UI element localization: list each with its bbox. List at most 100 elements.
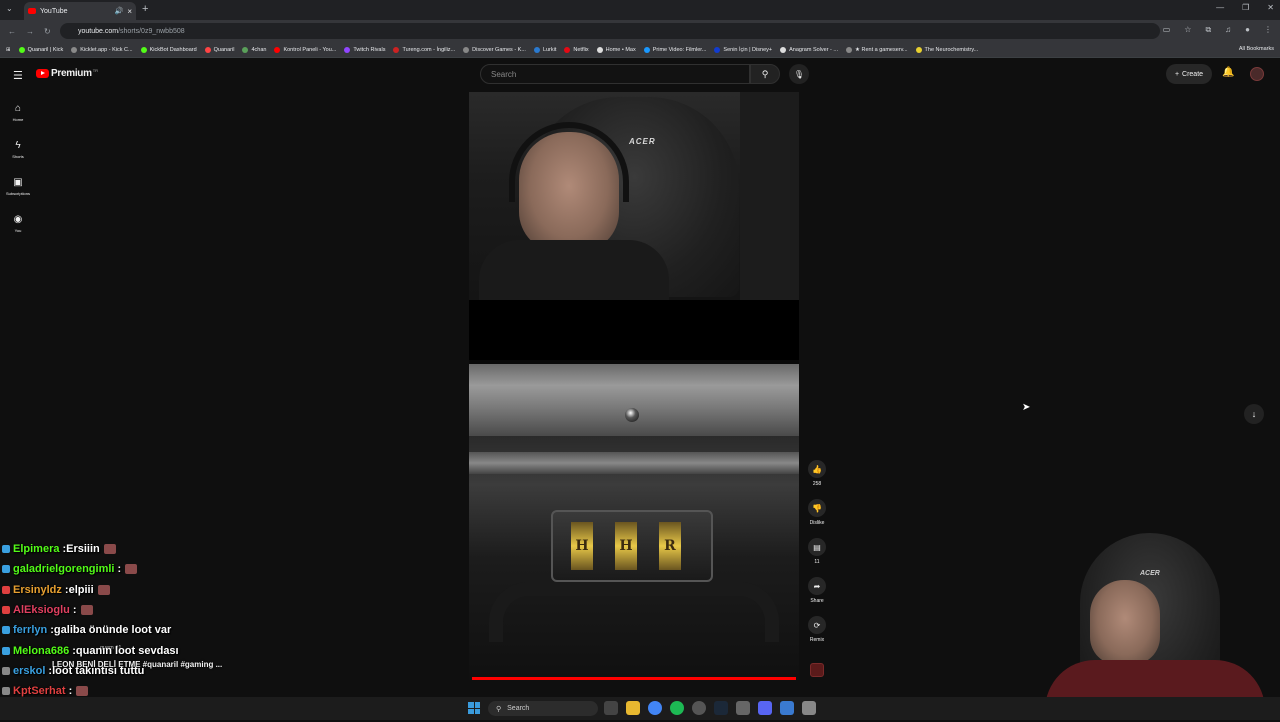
bookmark-item[interactable]: Home • Max — [596, 46, 636, 53]
address-bar-row: ← → ↻ youtube.com/shorts/0z9_nwbb508 ▭ ☆… — [0, 20, 1280, 42]
tab-title: YouTube — [40, 7, 68, 15]
comments-button[interactable]: ▤ 11 — [805, 538, 829, 577]
steam-icon[interactable] — [714, 701, 728, 715]
taskbar-search-icon: ⚲ — [496, 705, 502, 713]
bookmark-item[interactable]: Quanaril | Kick — [18, 46, 64, 53]
bookmark-item[interactable]: KickBot Dashboard — [140, 46, 197, 53]
apps-grid-icon[interactable]: ⊞ — [6, 47, 11, 53]
chat-badge-icon — [2, 606, 10, 615]
bookmark-item[interactable]: Senin İçin | Disney+ — [714, 46, 773, 53]
task-view-icon[interactable] — [604, 701, 618, 715]
cast-icon[interactable]: ▭ — [1163, 25, 1171, 35]
bookmark-label: Twitch Rivals — [353, 46, 386, 53]
tab-youtube[interactable]: YouTube 🔊 × — [24, 2, 136, 20]
share-button[interactable]: ➦ Share — [805, 577, 829, 616]
chat-emote-icon — [103, 544, 116, 555]
chat-message: Elpimera: Ersiiin — [2, 539, 302, 559]
dislike-label: Dislike — [809, 520, 825, 526]
bookmark-item[interactable]: The Neurochemistry... — [915, 46, 978, 53]
lock-dial: H — [571, 522, 593, 570]
windows-start-icon[interactable] — [468, 702, 480, 714]
bookmark-item[interactable]: 4chan — [242, 46, 266, 53]
bookmarks-bar: ⊞ Quanaril | Kick Kicklet.app - Kick C... K… — [0, 42, 1280, 58]
chat-emote-icon — [97, 584, 110, 595]
bookmark-label: Discover Games - K... — [472, 46, 526, 53]
search-input[interactable]: Search — [480, 64, 750, 84]
chat-username: erskol — [13, 664, 46, 677]
speaker-icon[interactable]: 🔊 — [115, 7, 124, 15]
chat-username: ferrlyn — [13, 624, 48, 637]
star-icon[interactable]: ☆ — [1184, 25, 1191, 35]
minimize-icon[interactable]: — — [1216, 3, 1224, 12]
hamburger-menu-icon[interactable]: ☰ — [13, 69, 23, 82]
like-button[interactable]: 👍 258 — [805, 460, 829, 499]
voice-search-button[interactable]: 🎙 — [789, 64, 809, 84]
chat-badge-icon — [2, 666, 10, 675]
create-label: Create — [1182, 70, 1204, 78]
chat-badge-icon — [2, 646, 10, 655]
forward-icon[interactable]: → — [26, 27, 36, 36]
reload-icon[interactable]: ↻ — [44, 27, 54, 36]
notifications-bell-icon[interactable]: 🔔 — [1222, 67, 1234, 78]
search-button[interactable]: ⚲ — [750, 64, 780, 84]
bookmark-label: Kontrol Paneli - You... — [283, 46, 337, 53]
chat-badge-icon — [2, 687, 10, 696]
sidebar-item-shorts[interactable]: ϟ Shorts — [0, 131, 36, 168]
shorts-video-player[interactable]: ACER HHR — [469, 92, 799, 680]
url-field[interactable]: youtube.com/shorts/0z9_nwbb508 — [60, 23, 1160, 39]
dislike-button[interactable]: 👎 Dislike — [805, 499, 829, 538]
chat-emote-icon — [80, 605, 93, 616]
restore-icon[interactable]: ❐ — [1242, 3, 1249, 12]
file-explorer-icon[interactable] — [626, 701, 640, 715]
taskbar-search[interactable]: ⚲ Search — [488, 701, 598, 716]
bookmark-item[interactable]: Netflix — [564, 46, 589, 53]
video-progress-bar[interactable] — [472, 677, 796, 680]
all-bookmarks-button[interactable]: All Bookmarks — [1239, 46, 1274, 52]
channel-avatar[interactable] — [810, 663, 824, 677]
taskbar-search-label: Search — [507, 705, 530, 712]
extensions-icon[interactable]: ⧉ — [1205, 25, 1211, 35]
close-tab-icon[interactable]: × — [127, 7, 132, 16]
calculator-icon[interactable] — [736, 701, 750, 715]
avatar[interactable] — [1250, 67, 1264, 81]
spotify-icon[interactable] — [670, 701, 684, 715]
bookmark-item[interactable]: Kontrol Paneli - You... — [274, 46, 337, 53]
bookmark-label: Senin İçin | Disney+ — [723, 46, 773, 53]
comment-icon: ▤ — [808, 538, 826, 556]
sidebar-item-subscriptions[interactable]: ▣ Subscriptions — [0, 168, 36, 205]
bookmark-item[interactable]: Lurkit — [533, 46, 556, 53]
bookmark-favicon-icon — [780, 46, 787, 53]
remix-button[interactable]: ⟳ Remix — [805, 616, 829, 655]
bookmark-label: Netflix — [573, 46, 589, 53]
bookmark-label: Quanaril | Kick — [27, 46, 64, 53]
menu-icon[interactable]: ⋮ — [1264, 25, 1272, 35]
bookmark-label: ★ Rent a gameserv... — [855, 46, 908, 53]
create-button[interactable]: + Create — [1166, 64, 1212, 84]
settings-icon[interactable] — [802, 701, 816, 715]
bookmark-label: Prime Video: Filmler... — [652, 46, 707, 53]
bookmark-item[interactable]: Quanaril — [204, 46, 234, 53]
bookmark-item[interactable]: ★ Rent a gameserv... — [846, 46, 908, 53]
bookmark-item[interactable]: Tureng.com - İngiliz... — [393, 46, 455, 53]
bookmark-item[interactable]: Discover Games - K... — [463, 46, 526, 53]
new-tab-icon[interactable]: + — [142, 3, 148, 15]
profile-icon[interactable]: ● — [1245, 25, 1250, 35]
discord-icon[interactable] — [758, 701, 772, 715]
bookmark-item[interactable]: Anagram Solver - ... — [780, 46, 838, 53]
thumbs-down-icon: 👎 — [808, 499, 826, 517]
chrome-icon[interactable] — [648, 701, 662, 715]
back-icon[interactable]: ← — [8, 27, 18, 36]
tab-search-icon[interactable]: ⌄ — [6, 4, 13, 13]
app-icon[interactable] — [780, 701, 794, 715]
next-video-button[interactable]: ↓ — [1244, 404, 1264, 424]
close-window-icon[interactable]: ✕ — [1267, 3, 1274, 12]
youtube-logo[interactable]: Premium TR — [36, 68, 98, 79]
bookmark-item[interactable]: Twitch Rivals — [344, 46, 386, 53]
obs-icon[interactable] — [692, 701, 706, 715]
sidebar-item-you[interactable]: ◉ You — [0, 205, 36, 242]
comment-count: 11 — [814, 559, 820, 565]
bookmark-item[interactable]: Kicklet.app - Kick C... — [71, 46, 133, 53]
media-icon[interactable]: ♫ — [1225, 25, 1231, 35]
sidebar-item-home[interactable]: ⌂ Home — [0, 94, 36, 131]
bookmark-item[interactable]: Prime Video: Filmler... — [643, 46, 707, 53]
